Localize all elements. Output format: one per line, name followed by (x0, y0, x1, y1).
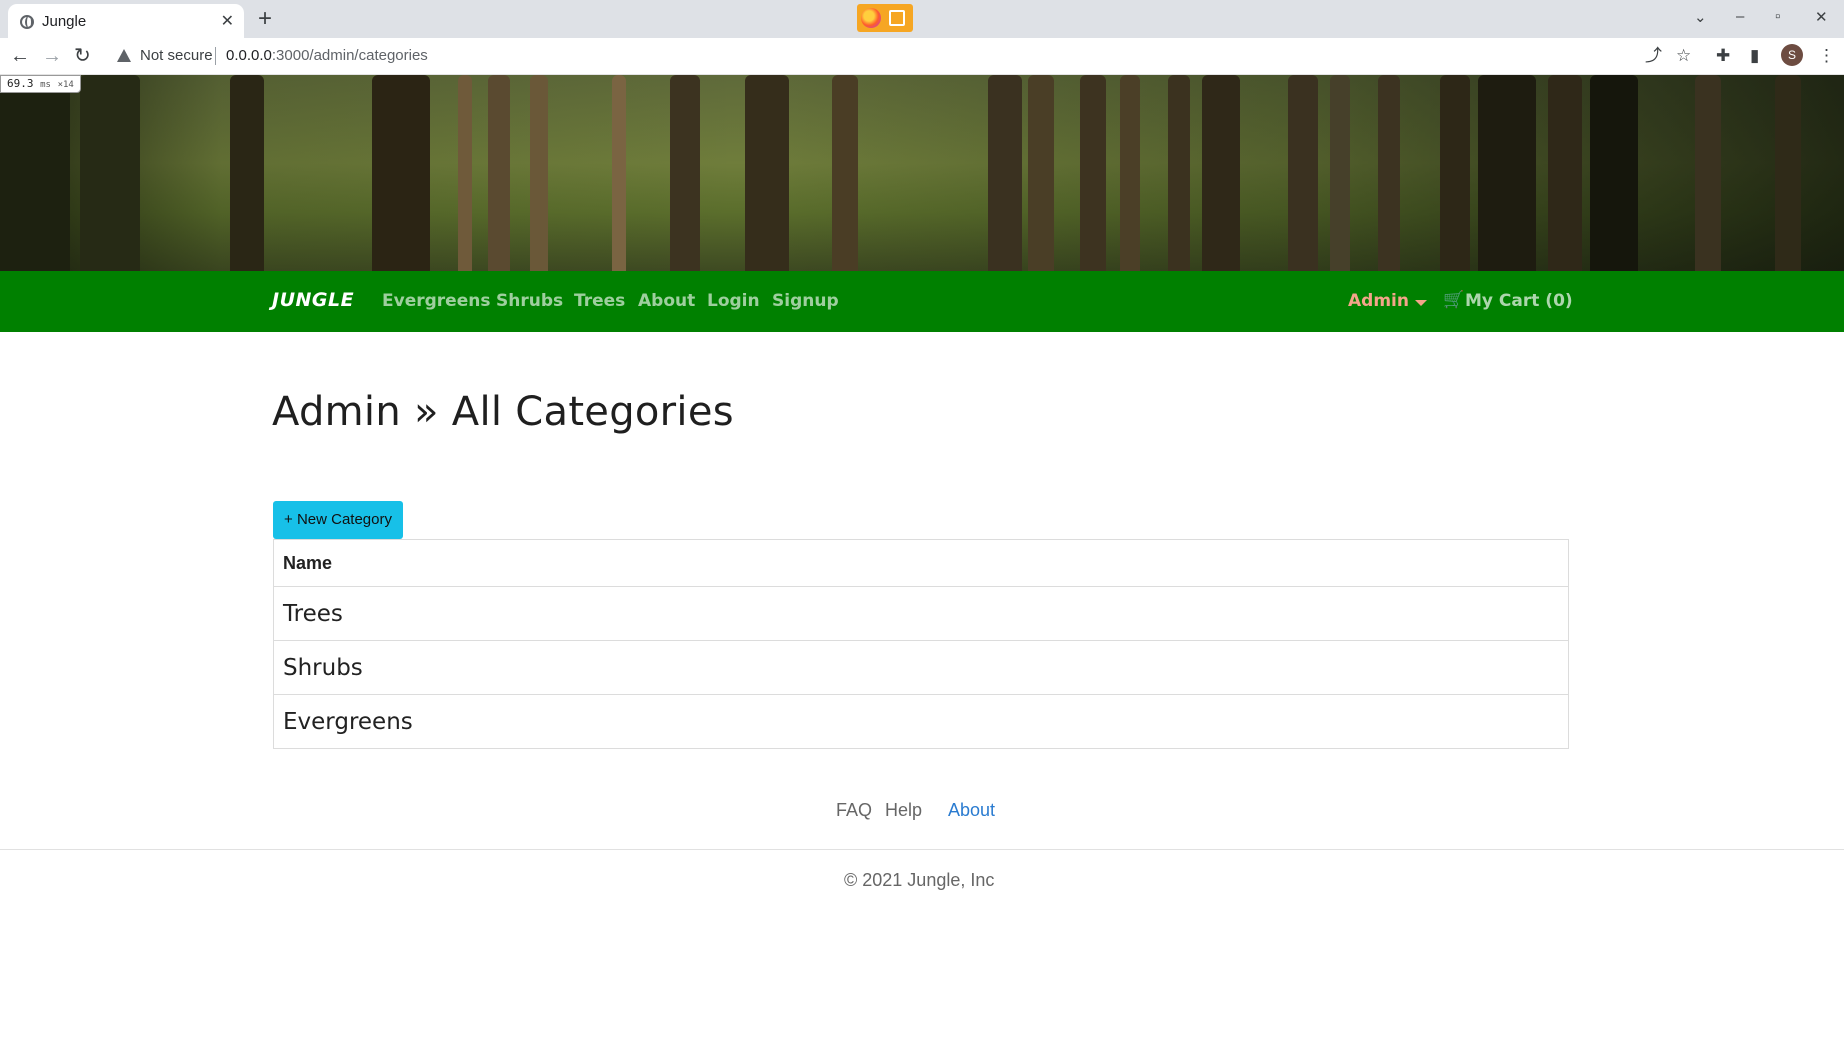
forward-icon[interactable]: → (42, 44, 62, 68)
browser-tabstrip: Jungle ✕ + ⌄ – ▫ ✕ (0, 0, 1844, 38)
firefox-icon[interactable] (861, 8, 881, 28)
tree-trunk (1330, 75, 1350, 271)
perf-value: 69.3 (7, 77, 34, 90)
tab-list-icon[interactable]: ⌄ (1694, 8, 1707, 26)
caret-down-icon[interactable] (1415, 300, 1427, 306)
new-tab-button[interactable]: + (258, 5, 272, 33)
nav-link-login[interactable]: Login (707, 291, 760, 311)
extensions-puzzle-icon[interactable]: ✚ (1716, 46, 1730, 66)
table-header-row: Name (273, 539, 1569, 587)
tree-trunk (1028, 75, 1054, 271)
tree-trunk (230, 75, 264, 271)
brand-logo[interactable]: JUNGLE (272, 289, 354, 311)
perf-count: ×14 (57, 80, 74, 90)
url-text[interactable]: 0.0.0.0:3000/admin/categories (226, 47, 428, 64)
tree-trunk (1478, 75, 1536, 271)
footer-link-help[interactable]: Help (885, 800, 922, 821)
hero-banner-image (0, 75, 1844, 271)
tree-trunk (0, 75, 70, 271)
category-name: Trees (273, 586, 1569, 641)
tree-trunk (1590, 75, 1638, 271)
restore-icon[interactable]: ▫ (1775, 8, 1780, 25)
tree-trunk (372, 75, 430, 271)
nav-link-signup[interactable]: Signup (772, 291, 839, 311)
tree-trunk (1120, 75, 1140, 271)
share-icon[interactable]: ⤴ (1645, 46, 1662, 66)
new-category-button[interactable]: + New Category (273, 501, 403, 539)
my-cart-link[interactable]: My Cart (0) (1465, 291, 1573, 311)
extension-box-icon[interactable] (889, 10, 905, 26)
browser-menu-icon[interactable]: ⋮ (1818, 46, 1835, 66)
tree-trunk (1288, 75, 1318, 271)
shopping-cart-icon[interactable]: 🛒 (1443, 290, 1464, 310)
side-panel-icon[interactable]: ▮ (1750, 46, 1759, 66)
security-label[interactable]: Not secure (140, 47, 213, 64)
tree-trunk (1168, 75, 1190, 271)
globe-icon (20, 15, 34, 29)
nav-link-about[interactable]: About (638, 291, 695, 311)
tree-trunk (745, 75, 789, 271)
page-title: Admin » All Categories (272, 389, 734, 435)
nav-link-shrubs[interactable]: Shrubs (496, 291, 563, 311)
close-tab-icon[interactable]: ✕ (221, 11, 234, 31)
perf-badge: 69.3 ms ×14 (0, 75, 81, 93)
url-host: 0.0.0.0 (226, 47, 272, 64)
bookmark-star-icon[interactable]: ☆ (1676, 46, 1691, 66)
nav-link-evergreens[interactable]: Evergreens (382, 291, 490, 311)
tree-trunk (1378, 75, 1400, 271)
tree-trunk (1548, 75, 1582, 271)
tree-trunk (488, 75, 510, 271)
close-window-icon[interactable]: ✕ (1815, 8, 1828, 26)
address-bar[interactable]: Not secure 0.0.0.0:3000/admin/categories (108, 41, 1648, 71)
main-navbar: JUNGLE Evergreens Shrubs Trees About Log… (0, 271, 1844, 332)
nav-link-trees[interactable]: Trees (574, 291, 625, 311)
footer-link-about[interactable]: About (948, 800, 995, 821)
tree-trunk (988, 75, 1022, 271)
tab-title: Jungle (42, 13, 87, 30)
url-path: :3000/admin/categories (271, 47, 428, 64)
browser-tab-jungle[interactable]: Jungle ✕ (8, 4, 244, 38)
tree-trunk (1775, 75, 1801, 271)
footer-link-faq[interactable]: FAQ (836, 800, 872, 821)
tree-trunk (1695, 75, 1721, 271)
url-divider (215, 47, 216, 65)
footer-divider (0, 849, 1844, 850)
tree-trunk (458, 75, 472, 271)
category-name: Shrubs (273, 640, 1569, 695)
tree-trunk (1080, 75, 1106, 271)
copyright-text: © 2021 Jungle, Inc (844, 870, 995, 890)
tree-trunk (1440, 75, 1470, 271)
reload-icon[interactable]: ↻ (74, 44, 91, 68)
column-header-name: Name (273, 539, 1569, 587)
table-row: Trees (273, 586, 1569, 641)
pinned-extensions[interactable] (857, 4, 913, 32)
browser-toolbar: ← → ↻ Not secure 0.0.0.0:3000/admin/cate… (0, 38, 1844, 75)
tree-trunk (832, 75, 858, 271)
back-icon[interactable]: ← (10, 44, 30, 68)
tree-trunk (1202, 75, 1240, 271)
tree-trunk (530, 75, 548, 271)
minimize-icon[interactable]: – (1736, 8, 1744, 25)
warning-icon[interactable] (117, 49, 131, 62)
tree-trunk (612, 75, 626, 271)
categories-table: Name Trees Shrubs Evergreens (273, 539, 1569, 749)
profile-avatar[interactable]: S (1781, 44, 1803, 66)
tree-trunk (670, 75, 700, 271)
table-row: Shrubs (273, 640, 1569, 695)
table-row: Evergreens (273, 694, 1569, 749)
perf-unit: ms (40, 80, 51, 90)
admin-dropdown[interactable]: Admin (1348, 291, 1409, 311)
tree-trunk (80, 75, 140, 271)
category-name: Evergreens (273, 694, 1569, 749)
